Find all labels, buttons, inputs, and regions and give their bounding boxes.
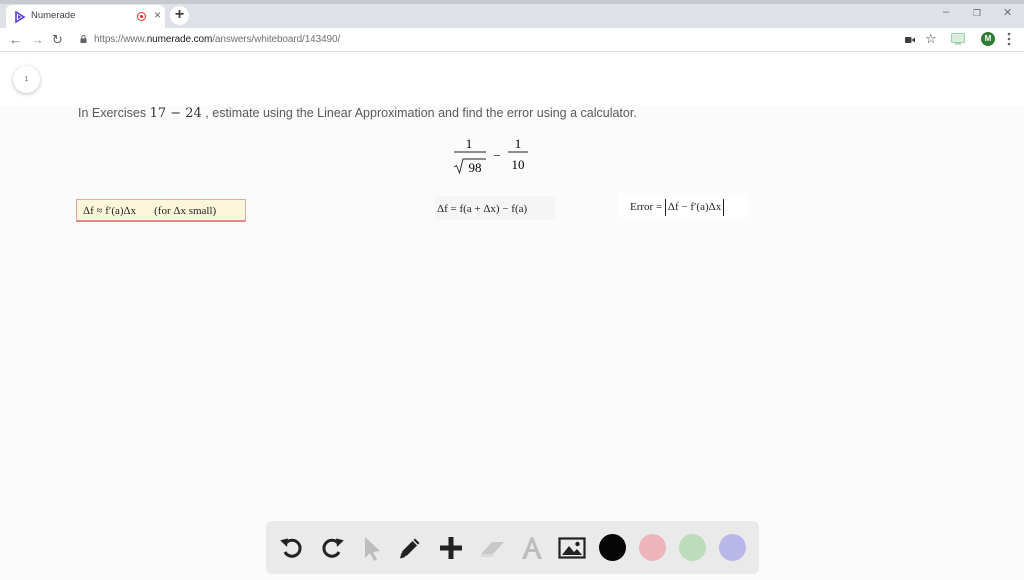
cast-extension-icon[interactable] [951, 33, 965, 45]
fraction-1-numerator: 1 [466, 136, 473, 151]
pointer-tool-button[interactable] [357, 534, 385, 562]
image-tool-button[interactable] [558, 534, 586, 562]
prompt-range-dash: − [166, 106, 186, 121]
error-formula[interactable]: Error = Δf − f′(a)Δx [618, 193, 748, 217]
color-pink-swatch[interactable] [639, 534, 666, 561]
recording-icon [137, 12, 146, 21]
whiteboard-header [0, 52, 1024, 106]
delta-f-expr: Δf = f(a + Δx) − f(a) [437, 203, 528, 215]
error-label: Error = [630, 201, 663, 213]
minimize-button[interactable]: – [943, 6, 949, 18]
eraser-tool-button[interactable] [478, 534, 506, 562]
color-black-swatch[interactable] [599, 534, 626, 561]
reload-icon[interactable]: ↻ [52, 31, 63, 49]
drawing-toolbar [266, 521, 759, 574]
exercise-prompt: In Exercises 17 − 24 , estimate using th… [78, 106, 637, 121]
fraction-2-numerator: 1 [515, 136, 522, 151]
lock-icon [80, 35, 87, 43]
text-tool-button[interactable] [518, 534, 546, 562]
linear-approximation-expr: Δf ≈ f′(a)Δx [83, 205, 137, 217]
pen-tool-button[interactable] [396, 534, 424, 562]
window-top-edge [0, 0, 1024, 4]
add-icon [440, 537, 462, 559]
pen-icon [400, 538, 420, 559]
add-button[interactable] [437, 534, 465, 562]
text-icon [522, 537, 542, 559]
prompt-text-end: , estimate using the Linear Approximatio… [201, 106, 637, 120]
linear-approximation-formula[interactable]: Δf ≈ f′(a)Δx (for Δx small) [76, 199, 246, 222]
delta-f-formula[interactable]: Δf = f(a + Δx) − f(a) [435, 196, 555, 220]
forward-arrow-icon[interactable]: → [31, 31, 44, 49]
profile-avatar[interactable]: M [981, 32, 995, 46]
browser-toolbar: ← → ↻ https://www.numerade.com/answers/w… [0, 28, 1024, 52]
restore-button[interactable]: ❐ [973, 8, 981, 19]
camera-icon[interactable] [905, 36, 915, 44]
page-number-badge[interactable]: 1 [13, 66, 40, 93]
minus-operator: − [493, 148, 500, 163]
color-lavender-swatch[interactable] [719, 534, 746, 561]
prompt-text-start: In Exercises [78, 106, 150, 120]
tab-title: Numerade [31, 10, 76, 21]
url-prefix: https://www. [94, 34, 147, 45]
prompt-range-end: 24 [185, 106, 202, 121]
url-text: https://www.numerade.com/answers/whitebo… [94, 34, 340, 45]
url-path: /answers/whiteboard/143490/ [212, 34, 341, 45]
back-arrow-icon[interactable]: ← [9, 31, 22, 49]
redo-icon [322, 538, 344, 558]
expression-fraction-difference: 1 98 − 1 10 [453, 136, 528, 175]
image-icon [558, 537, 586, 559]
address-bar[interactable]: https://www.numerade.com/answers/whitebo… [72, 30, 912, 50]
window-close-button[interactable]: ✕ [1003, 6, 1012, 19]
color-green-swatch[interactable] [679, 534, 706, 561]
tab-close-icon[interactable]: × [154, 7, 161, 23]
new-tab-button[interactable]: + [170, 6, 189, 25]
undo-icon [280, 538, 302, 558]
numerade-favicon-icon [15, 11, 26, 23]
error-absolute-value: Δf − f′(a)Δx [664, 199, 725, 216]
menu-dots-icon[interactable] [1004, 31, 1014, 47]
bookmark-star-icon[interactable]: ☆ [925, 31, 937, 47]
linear-approximation-note: (for Δx small) [154, 205, 217, 217]
radicand: 98 [469, 160, 482, 175]
fraction-2-denominator: 10 [512, 157, 525, 172]
url-domain: numerade.com [146, 34, 213, 45]
undo-button[interactable] [278, 534, 306, 562]
browser-tab-numerade[interactable]: Numerade × [6, 5, 165, 28]
browser-tab-strip: Numerade × + – ❐ ✕ [0, 0, 1024, 28]
eraser-icon [481, 542, 504, 557]
redo-button[interactable] [318, 534, 346, 562]
pointer-icon [365, 537, 380, 561]
prompt-range-start: 17 [149, 106, 167, 121]
